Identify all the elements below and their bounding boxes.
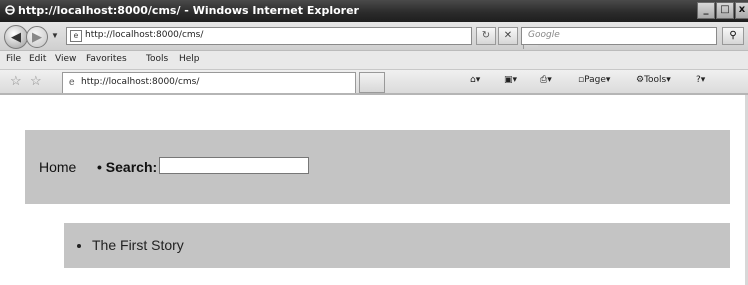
favorites-tab-bar: ☆ ☆ e http://localhost:8000/cms/ ⌂▾ ▣▾ ⎙… — [0, 69, 748, 95]
menu-help[interactable]: Help — [179, 54, 200, 64]
feeds-icon[interactable]: ▣▾ — [504, 75, 517, 85]
ie-window: http://localhost:8000/cms/ - Windows Int… — [0, 0, 748, 285]
nav-separator: • — [97, 159, 106, 175]
help-icon[interactable]: ?▾ — [696, 75, 705, 85]
browser-tab[interactable]: e http://localhost:8000/cms/ — [62, 72, 356, 93]
close-button[interactable]: x — [735, 2, 748, 19]
menu-favorites[interactable]: Favorites — [86, 54, 127, 64]
back-button[interactable]: ◀ — [4, 25, 28, 49]
menu-bar: File Edit View Favorites Tools Help — [0, 50, 748, 70]
menu-view[interactable]: View — [55, 54, 76, 64]
tab-page-icon: e — [69, 77, 75, 88]
home-icon[interactable]: ⌂▾ — [470, 75, 480, 85]
search-placeholder: Google — [528, 30, 560, 40]
add-favorites-icon[interactable]: ☆ — [30, 73, 42, 89]
print-icon[interactable]: ⎙▾ — [540, 75, 552, 85]
tab-title: http://localhost:8000/cms/ — [81, 77, 200, 87]
story-item: The First Story — [92, 237, 184, 253]
ie-logo-icon — [4, 4, 16, 16]
site-header: Home • Search: — [25, 130, 730, 204]
tools-menu[interactable]: ⚙Tools▾ — [636, 75, 671, 85]
menu-file[interactable]: File — [6, 54, 21, 64]
recent-pages-dropdown-icon[interactable]: ▼ — [51, 31, 59, 40]
forward-button[interactable]: ▶ — [26, 26, 48, 48]
stop-icon: ✕ — [503, 30, 513, 41]
address-bar: ◀ ▶ ▼ e http://localhost:8000/cms/ ▼ ↻ ✕… — [0, 22, 748, 50]
window-title: http://localhost:8000/cms/ - Windows Int… — [18, 4, 359, 17]
title-bar: http://localhost:8000/cms/ - Windows Int… — [0, 0, 748, 22]
page-menu-label: Page — [584, 75, 606, 85]
menu-edit[interactable]: Edit — [29, 54, 46, 64]
tools-menu-label: Tools — [644, 75, 667, 85]
forward-arrow-icon: ▶ — [32, 29, 42, 44]
back-arrow-icon: ◀ — [11, 29, 21, 44]
new-tab-button[interactable] — [359, 72, 385, 93]
search-button[interactable]: ⚲ — [722, 27, 744, 45]
page-icon: e — [70, 30, 82, 42]
url-text: http://localhost:8000/cms/ — [85, 30, 204, 40]
favorites-star-icon[interactable]: ☆ — [10, 73, 22, 89]
search-box[interactable]: Google — [521, 27, 717, 45]
stop-button[interactable]: ✕ — [498, 27, 518, 45]
story-list: The First Story — [64, 223, 730, 268]
minimize-button[interactable]: _ — [697, 2, 715, 19]
home-link[interactable]: Home — [39, 159, 76, 175]
search-icon: ⚲ — [729, 30, 737, 41]
tools-gear-icon: ⚙ — [636, 75, 645, 85]
refresh-button[interactable]: ↻ — [476, 27, 496, 45]
url-field[interactable]: e http://localhost:8000/cms/ ▼ — [66, 27, 538, 49]
page-content: Home • Search: The First Story — [0, 93, 748, 285]
story-link[interactable]: The First Story — [92, 237, 184, 253]
page-menu[interactable]: ▫Page▾ — [578, 75, 610, 85]
maximize-button[interactable]: □ — [716, 2, 734, 19]
menu-tools[interactable]: Tools — [146, 54, 168, 64]
cms-search-input[interactable] — [159, 157, 309, 174]
refresh-icon: ↻ — [481, 30, 491, 41]
search-label-text: Search: — [105, 159, 158, 175]
search-label: • Search: — [97, 159, 157, 175]
